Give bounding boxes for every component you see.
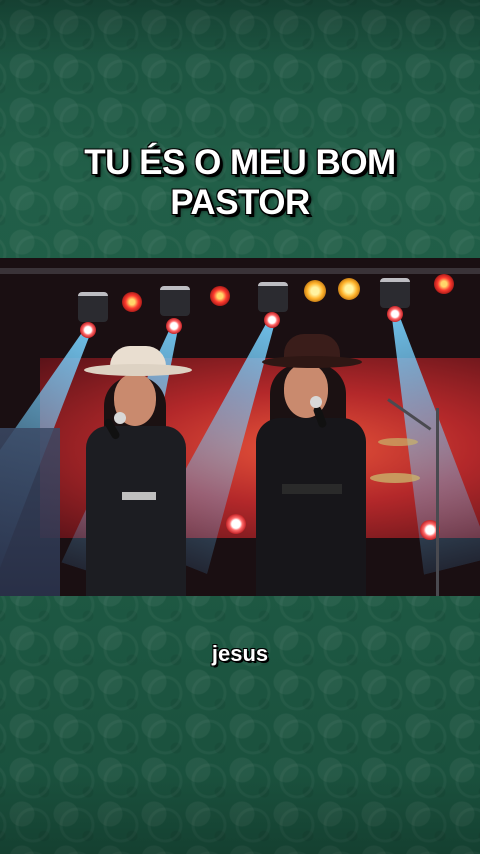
singer-left xyxy=(82,346,192,596)
moving-head-light xyxy=(78,292,108,322)
lyric-subtitle: jesus xyxy=(211,641,269,666)
red-par-light xyxy=(434,274,454,294)
red-par-light xyxy=(122,292,142,312)
spotlight-lamp xyxy=(166,318,182,334)
moving-head-light xyxy=(258,282,288,312)
concert-video-frame[interactable] xyxy=(0,258,480,596)
lighting-truss xyxy=(0,268,480,274)
top-shade xyxy=(0,0,480,60)
spotlight-lamp xyxy=(387,306,403,322)
spotlight-lamp xyxy=(80,322,96,338)
lyrics-caption: TU ÉS O MEU BOM PASTOR xyxy=(0,143,480,223)
bottom-shade xyxy=(0,774,480,854)
red-par-light xyxy=(210,286,230,306)
spotlight-lamp xyxy=(264,312,280,328)
amber-par-light xyxy=(338,278,360,300)
guitarist-figure xyxy=(0,428,60,596)
moving-head-light xyxy=(160,286,190,316)
moving-head-light xyxy=(380,278,410,308)
caption-line-1: TU ÉS O MEU BOM xyxy=(84,143,396,182)
singer-right xyxy=(236,334,376,596)
mic-stand xyxy=(436,408,439,596)
cymbal xyxy=(370,473,420,483)
cymbal xyxy=(378,438,418,446)
amber-par-light xyxy=(304,280,326,302)
caption-line-2: PASTOR xyxy=(170,183,310,222)
